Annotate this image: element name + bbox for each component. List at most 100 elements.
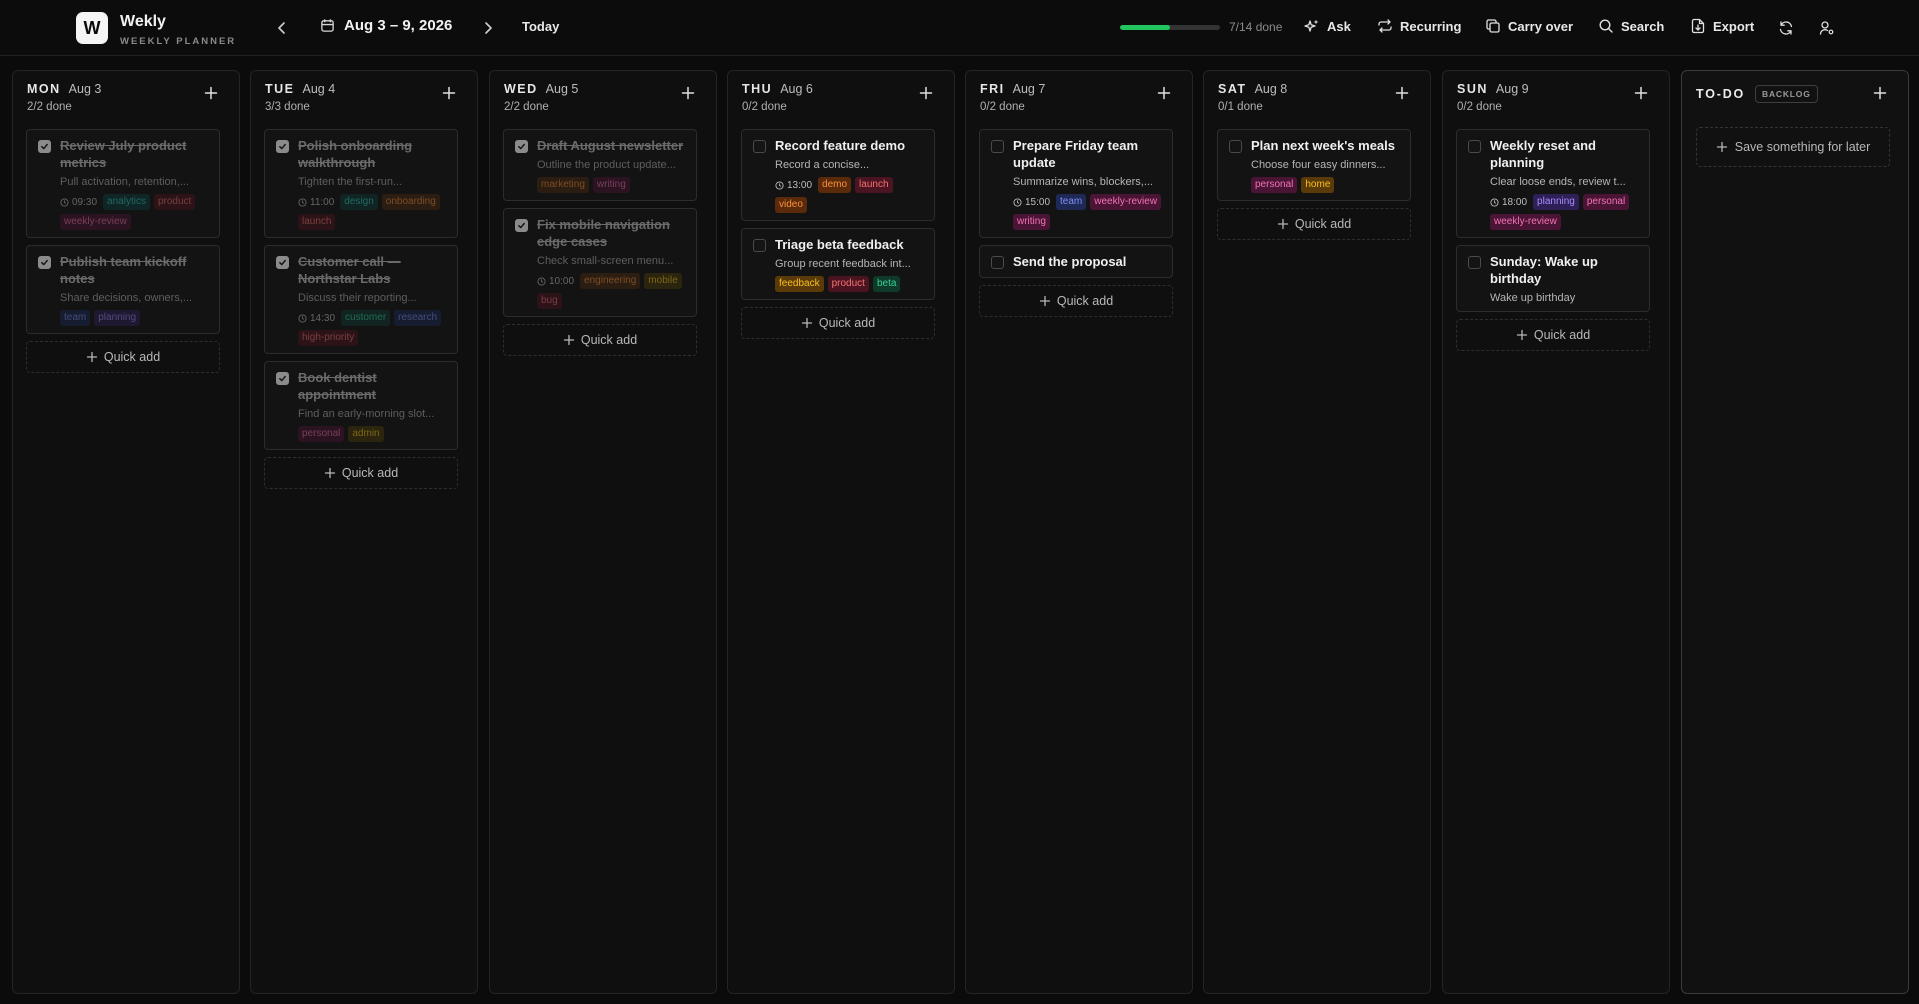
quick-add-button[interactable]: Quick add (264, 457, 458, 489)
plus-icon (1516, 329, 1528, 341)
task-card[interactable]: Customer call — Northstar Labs Discuss th… (264, 245, 458, 354)
tag-engineering[interactable]: engineering (580, 273, 641, 289)
task-checkbox[interactable] (276, 256, 289, 269)
save-for-later-button[interactable]: Save something for later (1696, 127, 1890, 167)
task-card[interactable]: Book dentist appointment Find an early-mo… (264, 361, 458, 450)
tag-team[interactable]: team (60, 310, 91, 326)
quick-add-button[interactable]: Quick add (26, 341, 220, 373)
tag-launch[interactable]: launch (298, 214, 336, 230)
add-task-button[interactable] (1394, 85, 1410, 101)
tag-writing[interactable]: writing (592, 177, 630, 193)
tag-design[interactable]: design (340, 194, 378, 210)
add-task-button[interactable] (1156, 85, 1172, 101)
tag-personal[interactable]: personal (1582, 194, 1630, 210)
add-task-button[interactable] (203, 85, 219, 101)
recurring-button[interactable]: Recurring (1377, 18, 1461, 34)
task-card[interactable]: Sunday: Wake up birthday Wake up birthday (1456, 245, 1650, 312)
tag-beta[interactable]: beta (872, 276, 901, 292)
todo-column: TO-DO BACKLOG Save something for later (1681, 70, 1909, 994)
quick-add-button[interactable]: Quick add (1217, 208, 1411, 240)
task-card[interactable]: Draft August newsletter Outline the produ… (503, 129, 697, 201)
task-card[interactable]: Weekly reset and planning Clear loose end… (1456, 129, 1650, 238)
quick-add-button[interactable]: Quick add (503, 324, 697, 356)
add-todo-button[interactable] (1872, 85, 1888, 101)
task-checkbox[interactable] (276, 372, 289, 385)
task-checkbox[interactable] (38, 256, 51, 269)
task-checkbox[interactable] (753, 140, 766, 153)
tag-weekly-review[interactable]: weekly-review (1090, 194, 1162, 210)
refresh-button[interactable] (1776, 18, 1796, 38)
tag-feedback[interactable]: feedback (775, 276, 824, 292)
date-range-picker[interactable]: Aug 3 – 9, 2026 (320, 17, 452, 34)
task-checkbox[interactable] (515, 219, 528, 232)
tag-launch[interactable]: launch (855, 177, 893, 193)
add-task-button[interactable] (1633, 85, 1649, 101)
task-checkbox[interactable] (38, 140, 51, 153)
sparkles-icon (1304, 19, 1319, 32)
tag-weekly-review[interactable]: weekly-review (1490, 214, 1561, 230)
tag-product[interactable]: product (827, 276, 869, 292)
account-settings-button[interactable] (1817, 18, 1837, 38)
tag-marketing[interactable]: marketing (537, 177, 589, 193)
task-card[interactable]: Prepare Friday team update Summarize wins… (979, 129, 1173, 238)
add-task-button[interactable] (918, 85, 934, 101)
task-card[interactable]: Send the proposal (979, 245, 1173, 278)
task-checkbox[interactable] (1229, 140, 1242, 153)
task-description: Record a concise... (775, 159, 870, 171)
task-card[interactable]: Triage beta feedback Group recent feedbac… (741, 228, 935, 300)
today-button[interactable]: Today (522, 19, 559, 34)
task-time: 14:30 (298, 313, 335, 324)
quick-add-button[interactable]: Quick add (1456, 319, 1650, 351)
task-checkbox[interactable] (753, 239, 766, 252)
task-time: 18:00 (1490, 197, 1527, 208)
export-button[interactable]: Export (1690, 18, 1754, 34)
task-card[interactable]: Polish onboarding walkthrough Tighten the… (264, 129, 458, 238)
tag-research[interactable]: research (394, 310, 442, 326)
tag-product[interactable]: product (153, 194, 196, 210)
tag-video[interactable]: video (775, 197, 807, 213)
carry-over-button[interactable]: Carry over (1485, 18, 1573, 34)
tag-mobile[interactable]: mobile (644, 273, 682, 289)
tag-customer[interactable]: customer (341, 310, 391, 326)
task-description: Wake up birthday (1490, 292, 1576, 304)
task-checkbox[interactable] (1468, 256, 1481, 269)
tag-onboarding[interactable]: onboarding (381, 194, 440, 210)
tag-admin[interactable]: admin (348, 426, 384, 442)
tag-home[interactable]: home (1301, 177, 1335, 193)
task-time: 13:00 (775, 180, 812, 191)
next-week-button[interactable] (476, 16, 500, 40)
task-checkbox[interactable] (1468, 140, 1481, 153)
task-card[interactable]: Plan next week's meals Choose four easy d… (1217, 129, 1411, 201)
task-card[interactable]: Fix mobile navigation edge cases Check sm… (503, 208, 697, 317)
tag-high-priority[interactable]: high-priority (298, 330, 359, 346)
tag-personal[interactable]: personal (298, 426, 345, 442)
add-task-button[interactable] (441, 85, 457, 101)
tag-team[interactable]: team (1056, 194, 1087, 210)
tag-bug[interactable]: bug (537, 293, 562, 309)
quick-add-button[interactable]: Quick add (741, 307, 935, 339)
tag-planning[interactable]: planning (1533, 194, 1579, 210)
task-checkbox[interactable] (515, 140, 528, 153)
task-meta: 09:30 analytics product weekly-review (60, 194, 211, 230)
task-card[interactable]: Publish team kickoff notes Share decision… (26, 245, 220, 334)
tag-analytics[interactable]: analytics (103, 194, 150, 210)
task-card[interactable]: Review July product metrics Pull activati… (26, 129, 220, 238)
top-bar: W Wekly WEEKLY PLANNER Aug 3 – 9, 2026 T… (0, 0, 1919, 56)
search-button[interactable]: Search (1598, 18, 1664, 34)
task-checkbox[interactable] (991, 140, 1004, 153)
tag-weekly-review[interactable]: weekly-review (60, 214, 131, 230)
previous-week-button[interactable] (270, 16, 294, 40)
quick-add-label: Quick add (1056, 294, 1114, 308)
task-list: Prepare Friday team update Summarize wins… (979, 129, 1173, 317)
add-task-button[interactable] (680, 85, 696, 101)
tag-demo[interactable]: demo (818, 177, 852, 193)
ask-button[interactable]: Ask (1304, 18, 1351, 34)
quick-add-button[interactable]: Quick add (979, 285, 1173, 317)
tag-personal[interactable]: personal (1251, 177, 1298, 193)
task-card[interactable]: Record feature demo Record a concise... 13… (741, 129, 935, 221)
task-checkbox[interactable] (276, 140, 289, 153)
task-checkbox[interactable] (991, 256, 1004, 269)
tag-writing[interactable]: writing (1013, 214, 1050, 230)
tag-planning[interactable]: planning (94, 310, 141, 326)
app-logo[interactable]: W (76, 12, 108, 44)
